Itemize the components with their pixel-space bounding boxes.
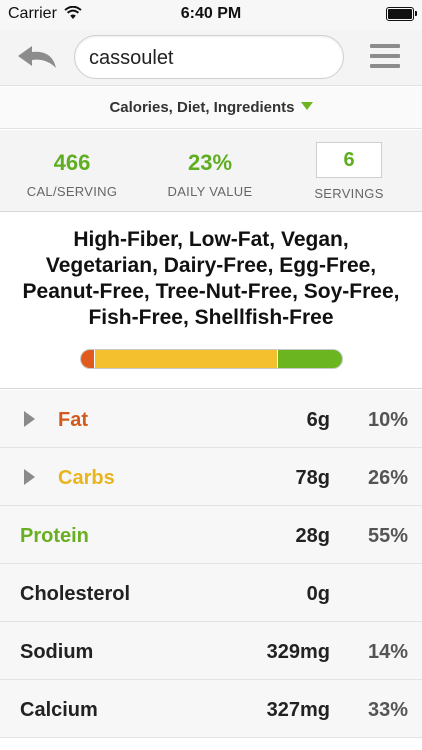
search-box[interactable]: [74, 35, 344, 79]
nutrient-amount: 329mg: [266, 641, 330, 663]
nutrient-amount: 327mg: [266, 699, 330, 721]
nutrient-amount: 78g: [295, 467, 330, 489]
nutrient-name: Fat: [58, 409, 88, 431]
nutrient-row-sodium: Sodium 329mg 14%: [0, 622, 422, 680]
battery-full-icon: [386, 7, 417, 21]
view-selector-text: Calories, Diet, Ingredients: [109, 99, 295, 116]
nutrient-daily-percent: 55%: [367, 525, 408, 547]
nutrient-name: Calcium: [20, 699, 98, 721]
nutrient-name: Protein: [20, 525, 89, 547]
nutrient-row-carbs[interactable]: Carbs 78g 26%: [0, 448, 422, 506]
calories-label: CAL/SERVING: [26, 184, 118, 199]
daily-value-stat: 23% DAILY VALUE: [160, 150, 260, 199]
macro-segment-carbs: [94, 350, 277, 368]
nutrient-amount: 28g: [295, 525, 330, 547]
nutrient-daily-percent: 33%: [367, 699, 408, 721]
nutrient-daily-percent: 10%: [367, 409, 408, 431]
macro-segment-fat: [81, 350, 95, 368]
daily-value-value: 23%: [187, 150, 233, 175]
nutrient-daily-percent: 26%: [367, 467, 408, 489]
view-selector[interactable]: Calories, Diet, Ingredients: [0, 87, 422, 129]
macro-ratio-bar: [80, 349, 343, 369]
summary-stats: 466 CAL/SERVING 23% DAILY VALUE 6 SERVIN…: [0, 130, 422, 212]
nutrient-name: Cholesterol: [20, 583, 131, 605]
nutrient-name: Carbs: [58, 467, 115, 489]
expand-triangle-icon[interactable]: [24, 411, 35, 427]
hamburger-menu-icon[interactable]: [370, 44, 400, 70]
servings-label: SERVINGS: [314, 186, 384, 201]
expand-triangle-icon[interactable]: [24, 469, 35, 485]
toolbar: [0, 30, 422, 86]
view-selector-label[interactable]: Calories, Diet, Ingredients: [0, 99, 422, 116]
nutrient-row-fat[interactable]: Fat 6g 10%: [0, 390, 422, 448]
macro-segment-protein: [276, 350, 342, 368]
diet-labels: High-Fiber, Low-Fat, Vegan, Vegetarian, …: [22, 228, 400, 329]
caret-down-icon: [300, 102, 313, 110]
nutrient-name: Sodium: [20, 641, 94, 663]
servings-stat: 6 SERVINGS: [304, 142, 394, 201]
nutrient-amount: 0g: [306, 583, 330, 605]
search-input[interactable]: [89, 46, 329, 70]
nutrient-row-calcium: Calcium 327mg 33%: [0, 680, 422, 738]
servings-field[interactable]: 6: [316, 142, 382, 178]
back-arrow-icon[interactable]: [16, 42, 58, 72]
clock-time: 6:40 PM: [180, 5, 242, 22]
status-bar: Carrier 6:40 PM: [0, 0, 422, 30]
nutrient-amount: 6g: [306, 409, 330, 431]
diet-section: High-Fiber, Low-Fat, Vegan, Vegetarian, …: [0, 213, 422, 389]
nutrient-daily-percent: 14%: [367, 641, 408, 663]
calories-value: 466: [53, 150, 91, 175]
nutrient-row-protein: Protein 28g 55%: [0, 506, 422, 564]
calories-stat: 466 CAL/SERVING: [22, 150, 122, 199]
daily-value-label: DAILY VALUE: [167, 184, 253, 199]
nutrient-row-cholesterol: Cholesterol 0g: [0, 564, 422, 622]
